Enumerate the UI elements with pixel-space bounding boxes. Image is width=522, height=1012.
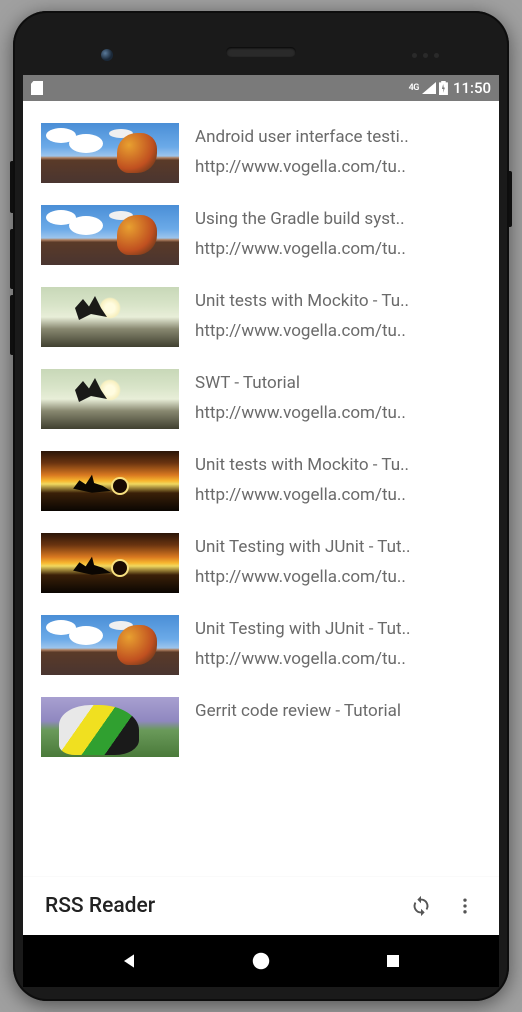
item-text: Unit tests with Mockito - Tu.. http://www… (195, 451, 481, 507)
item-title: Gerrit code review - Tutorial (195, 699, 481, 723)
sd-card-icon (31, 81, 43, 95)
item-title: Unit Testing with JUnit - Tut.. (195, 535, 481, 559)
thumbnail (41, 533, 179, 593)
item-title: Using the Gradle build syst.. (195, 207, 481, 231)
camera-dot (101, 49, 113, 61)
network-type: 4G (409, 84, 419, 93)
speaker-grill (226, 47, 296, 57)
list-item[interactable]: Using the Gradle build syst.. http://www.… (23, 205, 499, 265)
list-item[interactable]: Unit tests with Mockito - Tu.. http://www… (23, 451, 499, 511)
item-url: http://www.vogella.com/tu.. (195, 155, 481, 179)
thumbnail (41, 615, 179, 675)
item-text: Unit Testing with JUnit - Tut.. http://ww… (195, 615, 481, 671)
thumbnail (41, 205, 179, 265)
battery-icon (439, 81, 448, 95)
item-text: Unit Testing with JUnit - Tut.. http://ww… (195, 533, 481, 589)
refresh-button[interactable] (399, 884, 443, 928)
item-text: Gerrit code review - Tutorial (195, 697, 481, 723)
app-title: RSS Reader (45, 894, 399, 918)
thumbnail (41, 123, 179, 183)
item-url: http://www.vogella.com/tu.. (195, 401, 481, 425)
feed-list[interactable]: Android user interface testi.. http://www… (23, 101, 499, 757)
content-area: Android user interface testi.. http://www… (23, 101, 499, 935)
signal-icon (422, 82, 436, 94)
item-url: http://www.vogella.com/tu.. (195, 319, 481, 343)
clock: 11:50 (453, 79, 491, 97)
more-vert-icon (455, 896, 475, 916)
list-item[interactable]: Android user interface testi.. http://www… (23, 123, 499, 183)
home-icon (250, 950, 272, 972)
item-text: Android user interface testi.. http://www… (195, 123, 481, 179)
item-url: http://www.vogella.com/tu.. (195, 237, 481, 261)
list-item[interactable]: Unit tests with Mockito - Tu.. http://www… (23, 287, 499, 347)
app-bar: RSS Reader (23, 877, 499, 935)
list-item[interactable]: SWT - Tutorial http://www.vogella.com/tu.… (23, 369, 499, 429)
home-button[interactable] (231, 941, 291, 981)
item-text: Unit tests with Mockito - Tu.. http://www… (195, 287, 481, 343)
back-icon (119, 951, 139, 971)
list-item[interactable]: Unit Testing with JUnit - Tut.. http://ww… (23, 615, 499, 675)
volume-down (10, 295, 13, 355)
volume-up (10, 229, 13, 289)
side-button-right (509, 171, 512, 227)
thumbnail (41, 369, 179, 429)
list-item[interactable]: Gerrit code review - Tutorial (23, 697, 499, 757)
refresh-icon (410, 895, 432, 917)
back-button[interactable] (99, 941, 159, 981)
item-title: Unit tests with Mockito - Tu.. (195, 453, 481, 477)
navigation-bar (23, 935, 499, 987)
item-title: Android user interface testi.. (195, 125, 481, 149)
item-title: SWT - Tutorial (195, 371, 481, 395)
item-text: SWT - Tutorial http://www.vogella.com/tu.… (195, 369, 481, 425)
power-button (10, 161, 13, 213)
recents-icon (384, 952, 402, 970)
thumbnail (41, 451, 179, 511)
screen: 4G 11:50 Android user interface testi.. h… (23, 75, 499, 987)
overflow-menu-button[interactable] (443, 884, 487, 928)
item-url: http://www.vogella.com/tu.. (195, 647, 481, 671)
item-title: Unit Testing with JUnit - Tut.. (195, 617, 481, 641)
sensor-dots (412, 53, 439, 58)
thumbnail (41, 697, 179, 757)
item-text: Using the Gradle build syst.. http://www.… (195, 205, 481, 261)
item-title: Unit tests with Mockito - Tu.. (195, 289, 481, 313)
item-url: http://www.vogella.com/tu.. (195, 483, 481, 507)
status-bar: 4G 11:50 (23, 75, 499, 101)
list-item[interactable]: Unit Testing with JUnit - Tut.. http://ww… (23, 533, 499, 593)
recents-button[interactable] (363, 941, 423, 981)
item-url: http://www.vogella.com/tu.. (195, 565, 481, 589)
thumbnail (41, 287, 179, 347)
phone-frame: 4G 11:50 Android user interface testi.. h… (13, 11, 509, 1001)
